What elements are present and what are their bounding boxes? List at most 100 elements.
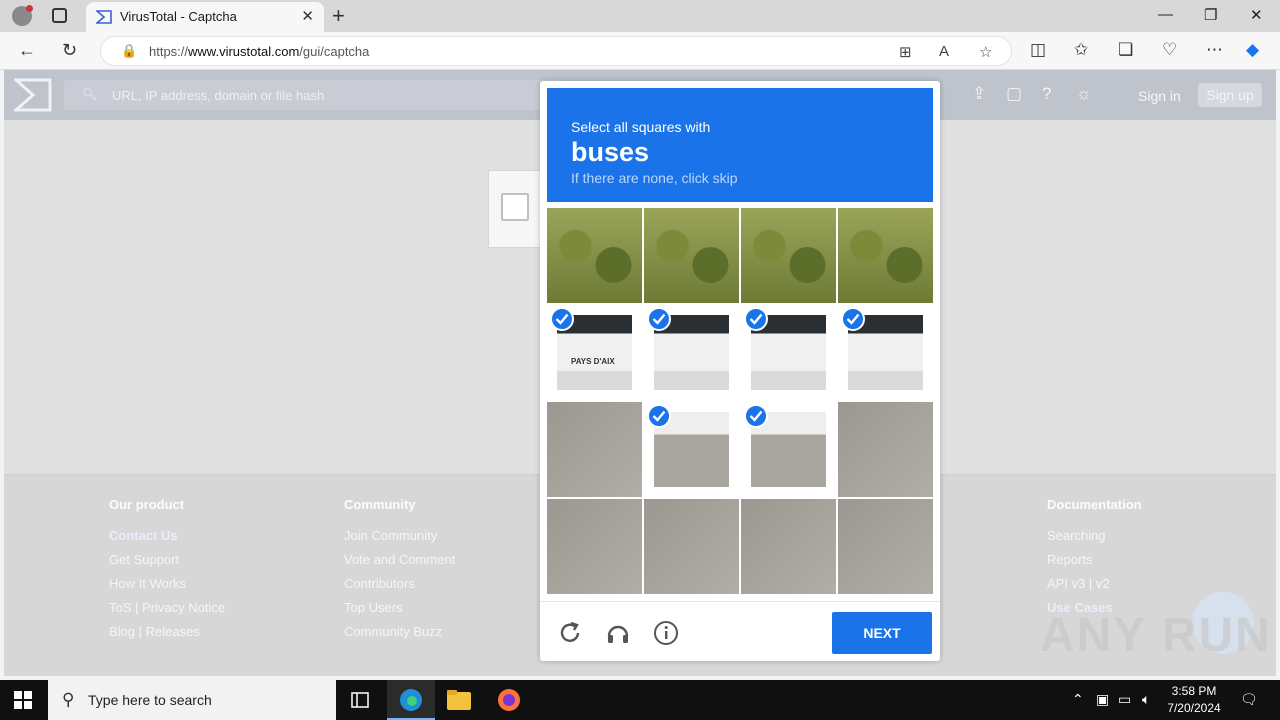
file-explorer-icon[interactable] (435, 680, 483, 720)
checkmark-icon (550, 307, 574, 331)
captcha-tile-image (838, 402, 933, 497)
clock-date: 7/20/2024 (1167, 701, 1221, 715)
refresh-icon[interactable]: ↻ (62, 40, 77, 61)
captcha-tile-image (547, 402, 642, 497)
more-menu-icon[interactable]: ⋯ (1206, 40, 1223, 60)
footer-link[interactable]: Vote and Comment (344, 548, 455, 572)
captcha-tile-image (741, 499, 836, 594)
next-button[interactable]: NEXT (832, 612, 932, 654)
theme-icon[interactable]: ☼ (1076, 84, 1092, 104)
captcha-tile[interactable] (741, 208, 836, 303)
footer-link[interactable]: Join Community (344, 524, 455, 548)
captcha-tile[interactable] (644, 402, 739, 497)
captcha-tile[interactable] (644, 305, 739, 400)
copilot-icon[interactable]: ◆ (1246, 40, 1259, 60)
upload-icon[interactable]: ⇪ (972, 84, 986, 104)
edge-taskbar-icon[interactable] (387, 680, 435, 720)
captcha-challenge: Select all squares with buses If there a… (540, 81, 940, 661)
checkmark-icon (841, 307, 865, 331)
footer-link[interactable]: Contributors (344, 572, 455, 596)
search-icon: ⚲ (62, 690, 75, 709)
tray-device-icon[interactable]: ▣ (1096, 691, 1109, 708)
captcha-tile[interactable] (644, 499, 739, 594)
windows-start-icon[interactable] (14, 691, 32, 709)
help-icon[interactable]: ? (1042, 84, 1051, 104)
captcha-tile[interactable] (547, 208, 642, 303)
back-icon[interactable]: ← (18, 40, 36, 61)
notifications-icon[interactable]: ▢ (1006, 84, 1022, 104)
checkmark-icon (647, 307, 671, 331)
minimize-icon[interactable]: — (1158, 6, 1173, 23)
footer-link[interactable]: Reports (1047, 548, 1142, 572)
volume-icon[interactable]: 🔈︎ (1142, 691, 1150, 708)
clock-time: 3:58 PM (1171, 684, 1217, 698)
captcha-tile[interactable] (644, 208, 739, 303)
captcha-tile[interactable] (838, 305, 933, 400)
refresh-challenge-icon[interactable] (557, 620, 583, 646)
firefox-icon[interactable] (485, 680, 533, 720)
footer-link[interactable]: ToS | Privacy Notice (109, 596, 225, 620)
footer-link[interactable]: Get Support (109, 548, 225, 572)
taskbar-clock[interactable]: 3:58 PM 7/20/2024 (1160, 683, 1228, 717)
url-field[interactable]: 🔒 https://www.virustotal.com/gui/captcha… (100, 36, 1012, 66)
notification-dot (26, 5, 33, 12)
tab-virustotal[interactable]: VirusTotal - Captcha ✕ (86, 2, 324, 32)
captcha-checkbox[interactable] (501, 193, 529, 221)
read-aloud-icon[interactable]: A (939, 43, 949, 60)
task-view-icon[interactable] (336, 680, 384, 720)
search-placeholder: URL, IP address, domain or file hash (112, 88, 325, 103)
captcha-tile[interactable]: PAYS D'AIX (547, 305, 642, 400)
window-close-icon[interactable]: ✕ (1250, 6, 1263, 24)
captcha-tile[interactable] (741, 402, 836, 497)
sign-up-button[interactable]: Sign up (1198, 83, 1262, 107)
search-icon: 🔍︎ (82, 87, 98, 101)
captcha-footer: NEXT (540, 601, 940, 661)
captcha-tile[interactable] (838, 499, 933, 594)
apps-icon[interactable]: ⊞ (899, 43, 912, 61)
info-icon[interactable] (653, 620, 679, 646)
captcha-checkbox-card (488, 170, 548, 248)
tab-close-icon[interactable]: ✕ (301, 7, 314, 25)
footer-link[interactable]: Searching (1047, 524, 1142, 548)
footer-link[interactable]: Blog | Releases (109, 620, 225, 644)
sign-in-link[interactable]: Sign in (1138, 88, 1181, 104)
footer-documentation-column: Documentation Searching Reports API v3 |… (1047, 497, 1142, 620)
tab-actions-icon[interactable] (52, 8, 67, 23)
new-tab-button[interactable]: + (332, 3, 345, 29)
collections-icon[interactable]: ❏ (1118, 40, 1133, 60)
captcha-tile-image (838, 499, 933, 594)
footer-link[interactable]: API v3 | v2 (1047, 572, 1142, 596)
tab-title: VirusTotal - Captcha (120, 9, 237, 24)
footer-link[interactable]: Top Users (344, 596, 455, 620)
virustotal-logo-icon[interactable] (14, 78, 52, 112)
tray-chevron-icon[interactable]: ⌃ (1072, 691, 1084, 708)
captcha-tile-image (547, 208, 642, 303)
audio-challenge-icon[interactable] (605, 620, 631, 646)
captcha-prompt-banner: Select all squares with buses If there a… (547, 88, 933, 202)
footer-link[interactable]: Contact Us (109, 524, 225, 548)
favorites-icon[interactable]: ✩ (1074, 40, 1088, 60)
captcha-tile-image (838, 208, 933, 303)
notification-center-icon[interactable]: 🗨︎ (1240, 691, 1258, 708)
captcha-hint: If there are none, click skip (571, 170, 738, 186)
favorite-star-icon[interactable]: ☆ (979, 43, 992, 61)
captcha-tile[interactable] (741, 305, 836, 400)
footer-heading: Documentation (1047, 497, 1142, 512)
captcha-tile[interactable] (547, 499, 642, 594)
taskbar-search-input[interactable]: ⚲ Type here to search (48, 680, 336, 720)
browser-essentials-icon[interactable]: ♡ (1162, 40, 1177, 60)
footer-link[interactable]: Community Buzz (344, 620, 455, 644)
footer-link[interactable]: How It Works (109, 572, 225, 596)
captcha-tile[interactable] (547, 402, 642, 497)
split-screen-icon[interactable]: ◫ (1030, 40, 1046, 60)
captcha-tile[interactable] (838, 208, 933, 303)
url-text: https://www.virustotal.com/gui/captcha (149, 44, 370, 59)
captcha-tile[interactable] (741, 499, 836, 594)
vt-search-input[interactable]: 🔍︎ URL, IP address, domain or file hash (64, 80, 564, 110)
maximize-icon[interactable]: ❐ (1204, 6, 1217, 24)
network-icon[interactable]: ▭ (1118, 691, 1131, 708)
captcha-tile[interactable] (838, 402, 933, 497)
virustotal-favicon-icon (96, 10, 112, 24)
captcha-tile-image (644, 208, 739, 303)
footer-product-column: Our product Contact Us Get Support How I… (109, 497, 225, 644)
